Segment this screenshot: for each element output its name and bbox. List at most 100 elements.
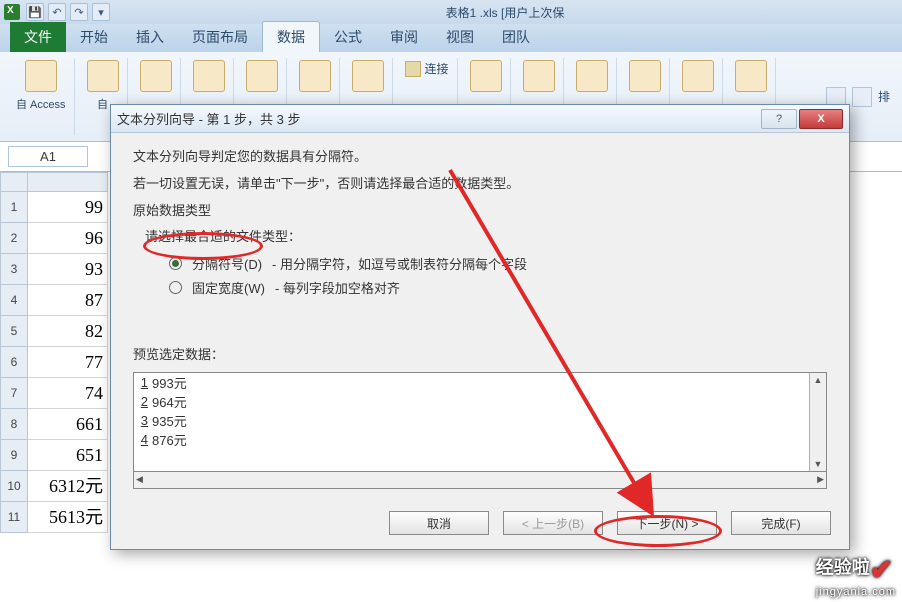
qat-dropdown-icon[interactable]: ▾	[92, 3, 110, 21]
access-icon	[25, 60, 57, 92]
radio-fixed[interactable]	[169, 281, 182, 294]
next-button[interactable]: 下一步(N) >	[617, 511, 717, 535]
preview-row-num: 4	[134, 432, 150, 447]
valid-icon	[735, 60, 767, 92]
row-header[interactable]: 2	[0, 223, 28, 254]
refresh-icon	[299, 60, 331, 92]
ribbon-btn-4[interactable]	[189, 58, 229, 94]
sort-label: 排	[878, 88, 890, 105]
back-button: < 上一步(B)	[503, 511, 603, 535]
preview-box: 1993元 2964元 3935元 4876元 ▲▼	[133, 372, 827, 472]
row-header[interactable]: 7	[0, 378, 28, 409]
radio-delimited[interactable]	[169, 257, 182, 270]
row-header[interactable]: 6	[0, 347, 28, 378]
close-button[interactable]: X	[799, 109, 843, 129]
select-all-corner[interactable]	[0, 172, 28, 192]
cell[interactable]: 651	[28, 440, 108, 471]
ribbon-btn-10[interactable]	[519, 58, 559, 94]
row-header[interactable]: 1	[0, 192, 28, 223]
link-icon	[405, 61, 421, 77]
name-box[interactable]: A1	[8, 146, 88, 167]
preview-row-num: 3	[134, 413, 150, 428]
cell[interactable]: 93	[28, 254, 108, 285]
filter-icon	[576, 60, 608, 92]
group-label: 原始数据类型	[133, 201, 827, 222]
ribbon-btn-9[interactable]	[466, 58, 506, 94]
za-sort-icon[interactable]	[852, 87, 872, 107]
cell[interactable]: 6312元	[28, 471, 108, 502]
qat-save-icon[interactable]: 💾	[26, 3, 44, 21]
sort-az-icon	[470, 60, 502, 92]
ribbon-btn-3[interactable]	[136, 58, 176, 94]
text-icon	[140, 60, 172, 92]
row-header[interactable]: 9	[0, 440, 28, 471]
scroll-up-icon[interactable]: ▲	[814, 375, 823, 385]
col-header-a[interactable]	[28, 172, 108, 192]
cell[interactable]: 77	[28, 347, 108, 378]
from-access-button[interactable]: 自 Access	[12, 58, 70, 114]
window-title: 表格1 .xls [用户上次保	[112, 4, 898, 21]
cell[interactable]: 87	[28, 285, 108, 316]
row-header[interactable]: 10	[0, 471, 28, 502]
tab-review[interactable]: 审阅	[376, 22, 432, 52]
finish-button[interactable]: 完成(F)	[731, 511, 831, 535]
preview-row: 876元	[150, 430, 187, 449]
preview-lines: 1993元 2964元 3935元 4876元	[134, 373, 809, 471]
ribbon-tabs: 文件 开始 插入 页面布局 数据 公式 审阅 视图 团队	[0, 24, 902, 52]
ribbon-btn-14[interactable]	[731, 58, 771, 94]
ribbon-btn-13[interactable]	[678, 58, 718, 94]
cell[interactable]: 99	[28, 192, 108, 223]
preview-row: 935元	[150, 411, 187, 430]
tab-view[interactable]: 视图	[432, 22, 488, 52]
row-header[interactable]: 8	[0, 409, 28, 440]
connections-button[interactable]: 连接	[401, 58, 453, 79]
dialog-intro-2: 若一切设置无误，请单击"下一步"，否则请选择最合适的数据类型。	[133, 174, 827, 195]
preview-vscrollbar[interactable]: ▲▼	[809, 373, 826, 471]
row-header[interactable]: 4	[0, 285, 28, 316]
cell[interactable]: 5613元	[28, 502, 108, 533]
radio-delimited-row[interactable]: 分隔符号(D) - 用分隔字符，如逗号或制表符分隔每个字段	[169, 254, 827, 273]
preview-label: 预览选定数据：	[133, 345, 827, 366]
radio-delimited-label: 分隔符号(D)	[192, 254, 262, 273]
row-header[interactable]: 11	[0, 502, 28, 533]
tab-data[interactable]: 数据	[262, 21, 320, 52]
conn-icon	[352, 60, 384, 92]
preview-row-num: 1	[134, 375, 150, 390]
cell[interactable]: 661	[28, 409, 108, 440]
preview-row: 964元	[150, 392, 187, 411]
cell[interactable]: 82	[28, 316, 108, 347]
qat-undo-icon[interactable]: ↶	[48, 3, 66, 21]
cell[interactable]: 74	[28, 378, 108, 409]
tab-pagelayout[interactable]: 页面布局	[178, 22, 262, 52]
scroll-left-icon[interactable]: ◀	[136, 474, 143, 485]
ribbon-btn-12[interactable]	[625, 58, 665, 94]
tab-insert[interactable]: 插入	[122, 22, 178, 52]
preview-hscrollbar[interactable]: ◀▶	[133, 472, 827, 489]
cancel-button[interactable]: 取消	[389, 511, 489, 535]
ribbon-btn-11[interactable]	[572, 58, 612, 94]
ribbon-btn-7[interactable]	[348, 58, 388, 94]
existing-icon	[246, 60, 278, 92]
preview-row-num: 2	[134, 394, 150, 409]
web-icon	[87, 60, 119, 92]
dialog-buttons: 取消 < 上一步(B) 下一步(N) > 完成(F)	[389, 511, 831, 535]
tab-file[interactable]: 文件	[10, 22, 66, 52]
dialog-titlebar[interactable]: 文本分列向导 - 第 1 步，共 3 步 ? X	[111, 105, 849, 133]
radio-fixed-row[interactable]: 固定宽度(W) - 每列字段加空格对齐	[169, 278, 827, 297]
cell[interactable]: 96	[28, 223, 108, 254]
scroll-down-icon[interactable]: ▼	[814, 459, 823, 469]
dialog-body: 文本分列向导判定您的数据具有分隔符。 若一切设置无误，请单击"下一步"，否则请选…	[111, 133, 849, 503]
help-button[interactable]: ?	[761, 109, 797, 129]
row-header[interactable]: 5	[0, 316, 28, 347]
row-header[interactable]: 3	[0, 254, 28, 285]
sort-za-icon	[523, 60, 555, 92]
ribbon-btn-5[interactable]	[242, 58, 282, 94]
ribbon-btn-6[interactable]	[295, 58, 335, 94]
tab-team[interactable]: 团队	[488, 22, 544, 52]
qat-redo-icon[interactable]: ↷	[70, 3, 88, 21]
tab-home[interactable]: 开始	[66, 22, 122, 52]
radio-fixed-label: 固定宽度(W)	[192, 278, 265, 297]
scroll-right-icon[interactable]: ▶	[817, 474, 824, 485]
text-to-columns-dialog: 文本分列向导 - 第 1 步，共 3 步 ? X 文本分列向导判定您的数据具有分…	[110, 104, 850, 550]
tab-formulas[interactable]: 公式	[320, 22, 376, 52]
